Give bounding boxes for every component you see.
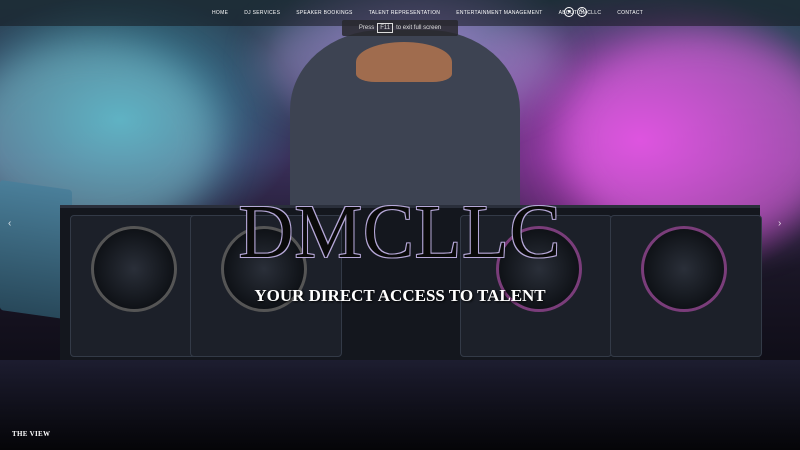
fullscreen-notice-prefix: Press <box>358 25 375 31</box>
footer-label: THE VIEW <box>12 430 51 438</box>
hero-title: DMCLLC <box>238 190 562 274</box>
platter <box>91 226 177 312</box>
nav-item-home[interactable]: HOME <box>212 10 228 16</box>
chevron-left-icon[interactable]: ‹ <box>8 218 11 229</box>
platter <box>641 226 727 312</box>
account-icon[interactable]: ● <box>564 7 574 17</box>
cloth-drape <box>0 360 800 450</box>
nav-item-talent-representation[interactable]: TALENT REPRESENTATION <box>369 10 441 16</box>
nav-item-speaker-bookings[interactable]: SPEAKER BOOKINGS <box>296 10 352 16</box>
dj-cap <box>356 42 452 82</box>
fullscreen-notice: Press F11 to exit full screen <box>342 20 458 36</box>
nav-item-dj-services[interactable]: DJ SERVICES <box>244 10 280 16</box>
hero-tagline: YOUR DIRECT ACCESS TO TALENT <box>254 286 546 305</box>
nav-item-entertainment-management[interactable]: ENTERTAINMENT MANAGEMENT <box>456 10 542 16</box>
nav-item-contact[interactable]: CONTACT <box>617 10 643 16</box>
search-icon[interactable]: ⚲ <box>577 7 587 17</box>
chevron-right-icon[interactable]: › <box>778 218 781 229</box>
fullscreen-key: F11 <box>377 23 394 33</box>
fullscreen-notice-suffix: to exit full screen <box>396 25 442 31</box>
deck-right <box>610 215 762 357</box>
